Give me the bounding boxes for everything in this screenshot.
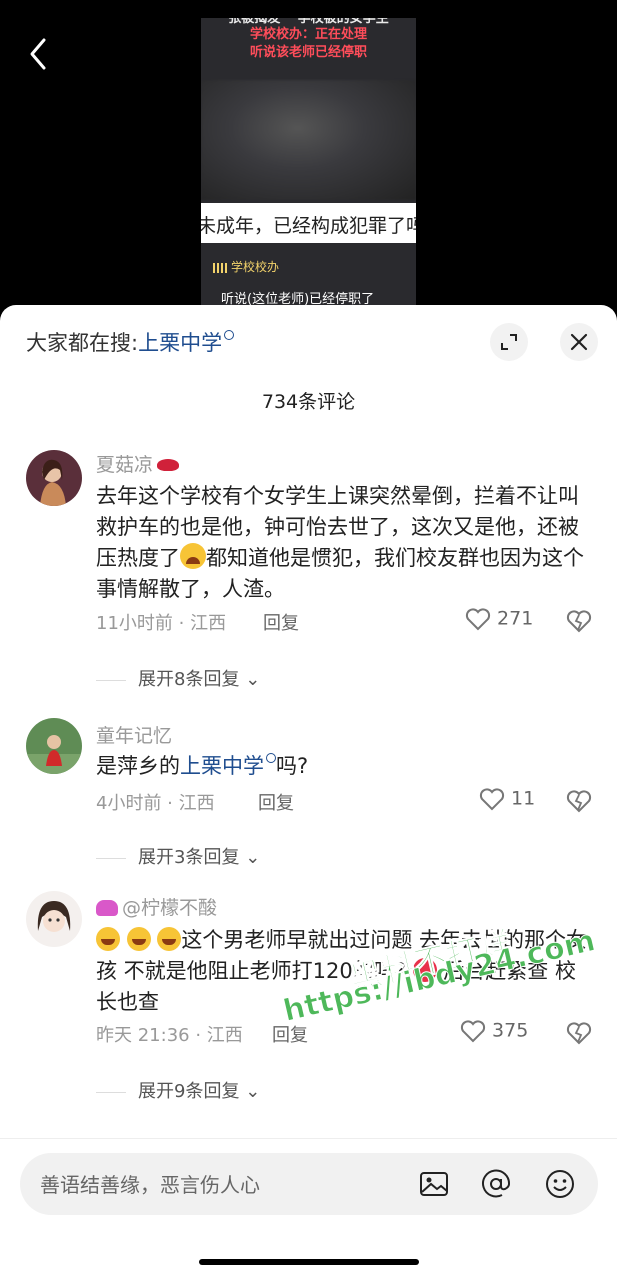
avatar[interactable]	[26, 718, 82, 774]
expand-replies[interactable]: 展开9条回复 ⌄	[96, 1077, 260, 1103]
emoji-icon	[546, 1170, 574, 1198]
commenter-name[interactable]: @柠檬不酸	[96, 893, 217, 920]
commenter-name[interactable]: 夏菇凉	[96, 450, 180, 477]
chevron-down-icon: ⌄	[245, 669, 261, 690]
search-icon	[266, 753, 276, 763]
comment-input-container[interactable]	[20, 1153, 598, 1215]
search-keyword[interactable]: 上栗中学	[138, 331, 222, 355]
like-count: 271	[497, 607, 534, 630]
image-button[interactable]	[418, 1168, 450, 1200]
avatar[interactable]	[26, 450, 82, 506]
laughing-emoji-icon	[157, 927, 182, 951]
emoji-button[interactable]	[544, 1168, 576, 1200]
at-icon	[482, 1169, 511, 1198]
chevron-down-icon: ⌄	[245, 1081, 261, 1102]
comment-input-bar	[0, 1138, 617, 1281]
hearts-badge-icon	[96, 900, 118, 916]
like-count: 375	[492, 1019, 529, 1042]
comment-text: 去年这个学校有个女学生上课突然晕倒，拦着不让叫救护车的也是他，钟可怡去世了，这次…	[96, 484, 584, 601]
video-caption-line1: 学校校办：正在处理	[249, 27, 367, 42]
expand-replies[interactable]: 展开3条回复 ⌄	[96, 843, 260, 869]
video-caption-line2: 听说该老师已经停职	[249, 45, 367, 60]
comment-meta: 11小时前 · 江西	[96, 613, 227, 634]
like-button[interactable]: 271	[465, 607, 533, 631]
search-prefix: 大家都在搜:	[26, 331, 139, 355]
broken-heart-icon	[566, 610, 592, 633]
back-icon	[30, 38, 46, 70]
home-indicator[interactable]	[199, 1259, 419, 1265]
close-button[interactable]	[560, 323, 598, 361]
crying-emoji-icon	[180, 543, 206, 569]
like-button[interactable]: 375	[460, 1019, 528, 1043]
back-button[interactable]	[24, 36, 54, 72]
reply-button[interactable]: 回复	[263, 609, 299, 635]
comment-count: 734条评论	[261, 391, 356, 413]
avatar[interactable]	[26, 891, 82, 947]
laughing-emoji-icon	[96, 927, 120, 951]
like-count: 11	[511, 787, 536, 810]
audio-wave-icon	[213, 262, 227, 273]
divider	[96, 1091, 126, 1093]
divider	[96, 857, 126, 859]
laughing-emoji-icon	[126, 927, 151, 951]
comments-sheet: 大家都在搜:上栗中学 734条评论 夏菇凉 去年这个学校有个女学生上课突然晕倒，…	[0, 305, 617, 1280]
comment-text: 是萍乡的上栗中学 吗?	[96, 753, 309, 778]
video-subtitle-band: 未成年，已经构成犯罪了吗	[201, 203, 416, 243]
dislike-button[interactable]	[566, 789, 592, 813]
dislike-button[interactable]	[566, 609, 592, 633]
chevron-down-icon: ⌄	[245, 847, 261, 868]
search-suggestion[interactable]: 大家都在搜:上栗中学	[26, 327, 235, 357]
broken-heart-icon	[566, 790, 592, 813]
video-area: 张被揭发 一学校被的女学生 学校校办：正在处理 听说该老师已经停职 未成年，已经…	[0, 0, 617, 320]
close-icon	[570, 333, 588, 351]
like-button[interactable]: 11	[479, 787, 535, 811]
heart-icon	[460, 1020, 486, 1043]
mention-button[interactable]	[480, 1168, 512, 1200]
reply-button[interactable]: 回复	[258, 789, 294, 815]
heart-icon	[479, 788, 505, 811]
broken-heart-icon	[566, 1022, 592, 1045]
comment-meta: 4小时前 · 江西	[96, 793, 215, 814]
expand-replies[interactable]: 展开8条回复 ⌄	[96, 665, 260, 691]
search-link[interactable]: 上栗中学	[180, 754, 264, 778]
comment-input[interactable]	[38, 1167, 402, 1203]
image-icon	[420, 1172, 448, 1196]
divider	[96, 679, 126, 681]
speaker-name: 学校校办	[231, 260, 280, 274]
dislike-button[interactable]	[566, 1021, 592, 1045]
comment-meta: 昨天 21:36 · 江西	[96, 1025, 243, 1046]
video-frame	[201, 80, 416, 200]
speaker-label: 学校校办	[213, 258, 279, 275]
expand-icon	[501, 334, 517, 350]
lips-badge-icon	[157, 459, 180, 471]
commenter-name[interactable]: 童年记忆	[96, 721, 172, 748]
video-player[interactable]: 张被揭发 一学校被的女学生 学校校办：正在处理 听说该老师已经停职 未成年，已经…	[201, 18, 416, 318]
expand-button[interactable]	[490, 323, 528, 361]
subtitle-text: 未成年，已经构成犯罪了吗	[201, 215, 416, 237]
heart-icon	[465, 608, 491, 631]
search-icon	[224, 330, 235, 340]
